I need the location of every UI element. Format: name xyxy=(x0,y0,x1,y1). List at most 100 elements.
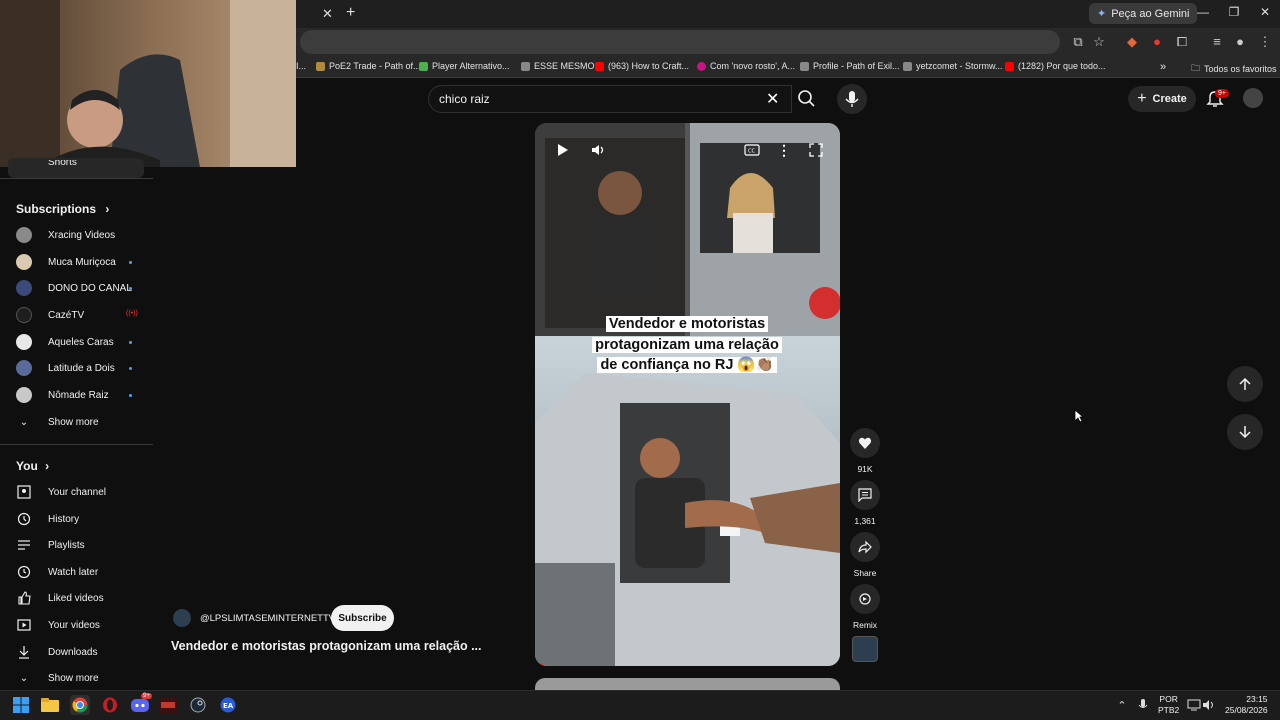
sidebar-item-subscription[interactable]: Xracing Videos xyxy=(16,222,146,248)
bookmark-star-icon[interactable]: ☆ xyxy=(1091,34,1107,50)
captions-button[interactable]: CC xyxy=(741,139,763,161)
like-button[interactable]: 91K xyxy=(850,428,880,474)
bookmark-label: Com 'novo rosto', A... xyxy=(710,61,795,71)
sidebar-item-label: CazéTV xyxy=(48,309,85,321)
bookmark-item[interactable]: I... xyxy=(296,61,306,71)
sidebar-item-subscription[interactable]: Latitude a Dois xyxy=(16,355,146,381)
bookmark-item[interactable]: yetzcomet - Stormw... xyxy=(903,61,1003,71)
sidebar-item-downloads[interactable]: Downloads xyxy=(16,639,146,665)
channel-avatar xyxy=(16,254,32,270)
chevron-down-icon: ⌄ xyxy=(19,416,29,428)
window-close-icon[interactable]: ✕ xyxy=(1255,5,1275,19)
microphone-tray-icon[interactable] xyxy=(1133,695,1153,715)
bookmark-item[interactable]: (1282) Por que todo... xyxy=(1005,61,1106,71)
video-title[interactable]: Vendedor e motoristas protagonizam uma r… xyxy=(171,639,482,653)
restore-icon[interactable]: ❐ xyxy=(1224,5,1244,19)
play-button[interactable] xyxy=(551,139,573,161)
language-indicator[interactable]: POR PTB2 xyxy=(1158,694,1179,716)
search-button[interactable] xyxy=(792,85,822,113)
sidebar-item-history[interactable]: History xyxy=(16,506,146,532)
live-icon: ((•)) xyxy=(126,310,138,317)
profile-icon[interactable]: ● xyxy=(1232,34,1248,50)
all-bookmarks-button[interactable]: 🗀 Todos os favoritos xyxy=(1191,61,1277,77)
extension-icon[interactable]: ◆ xyxy=(1124,34,1140,50)
media-control-icon[interactable]: ≡ xyxy=(1209,34,1225,50)
arrow-down-icon xyxy=(1239,426,1251,439)
downloads-icon xyxy=(16,644,32,660)
remix-circle xyxy=(850,584,880,614)
clear-search-icon[interactable]: ✕ xyxy=(766,89,779,109)
show-more-subscriptions[interactable]: ⌄ Show more xyxy=(16,409,146,435)
bookmark-item[interactable]: (963) How to Craft... xyxy=(595,61,689,71)
subscribe-button[interactable]: Subscribe xyxy=(331,605,394,631)
channel-avatar xyxy=(16,227,32,243)
fullscreen-button[interactable] xyxy=(805,139,827,161)
overflow-chevron-icon: » xyxy=(1160,61,1167,73)
chevron-up-icon[interactable]: ⌃ xyxy=(1112,695,1132,715)
bookmark-item[interactable]: ESSE MESMO xyxy=(521,61,595,71)
fullscreen-icon xyxy=(809,143,823,157)
language-code: POR xyxy=(1159,694,1178,704)
voice-search-button[interactable] xyxy=(837,84,867,114)
sidebar-item-your-videos[interactable]: Your videos xyxy=(16,612,146,638)
bookmark-item[interactable]: Com 'novo rosto', A... xyxy=(697,61,795,71)
sidebar-item-label: History xyxy=(48,513,80,525)
poe-app-icon[interactable] xyxy=(158,695,178,715)
avatar[interactable] xyxy=(1243,88,1263,108)
file-explorer-icon[interactable] xyxy=(40,695,60,715)
extension-badge-icon[interactable]: ● xyxy=(1149,34,1165,50)
gemini-button[interactable]: ✦ Peça ao Gemini xyxy=(1089,3,1198,24)
speaker-icon[interactable] xyxy=(1199,695,1219,715)
channel-avatar[interactable] xyxy=(173,609,191,627)
sidebar-item-playlists[interactable]: Playlists xyxy=(16,532,146,558)
show-more-you[interactable]: ⌄ Show more xyxy=(16,665,146,691)
system-clock[interactable]: 23:15 25/08/2026 xyxy=(1225,694,1268,716)
ea-app-icon[interactable]: EA xyxy=(218,695,238,715)
steam-icon[interactable] xyxy=(188,695,208,715)
sidebar-item-subscription[interactable]: Aqueles Caras xyxy=(16,329,146,355)
opera-icon[interactable] xyxy=(100,695,120,715)
install-app-icon[interactable]: ⧉ xyxy=(1070,34,1086,50)
create-button[interactable]: + Create xyxy=(1128,86,1196,112)
remix-button[interactable]: Remix xyxy=(850,584,880,630)
sound-source-thumbnail[interactable] xyxy=(852,636,878,662)
playlists-icon xyxy=(16,537,32,553)
svg-text:CC: CC xyxy=(748,149,755,155)
sidebar-item-subscription[interactable]: DONO DO CANAL xyxy=(16,275,146,301)
next-short-preview[interactable] xyxy=(535,678,840,690)
short-video-player[interactable] xyxy=(535,123,840,666)
chrome-taskbar-icon[interactable] xyxy=(70,695,90,715)
previous-short-button[interactable] xyxy=(1227,366,1263,402)
address-bar[interactable] xyxy=(300,30,1060,54)
chrome-menu-icon[interactable]: ⋮ xyxy=(1257,34,1273,50)
bookmark-item[interactable]: Profile - Path of Exil... xyxy=(800,61,900,71)
bookmarks-overflow-button[interactable]: » xyxy=(1160,61,1166,73)
sidebar-item-your-channel[interactable]: Your channel xyxy=(16,479,146,505)
channel-name[interactable]: @LPSLIMTASEMINTERNETTV xyxy=(200,613,335,624)
share-button[interactable]: Share xyxy=(850,532,880,578)
new-tab-icon[interactable]: + xyxy=(346,4,355,22)
sidebar-item-subscription[interactable]: Muca Muriçoca xyxy=(16,249,146,275)
subscriptions-heading[interactable]: Subscriptions › xyxy=(16,202,109,216)
bookmark-favicon-icon xyxy=(595,61,604,71)
volume-button[interactable] xyxy=(587,139,609,161)
volume-icon xyxy=(592,145,604,155)
play-icon xyxy=(558,144,568,156)
extensions-puzzle-icon[interactable]: ⧠ xyxy=(1174,34,1190,50)
minimize-icon[interactable]: — xyxy=(1193,5,1213,19)
video-more-options-button[interactable]: ⋮ xyxy=(773,139,795,161)
sidebar-item-subscription[interactable]: Nômade Raiz xyxy=(16,382,146,408)
sidebar-item-watch-later[interactable]: Watch later xyxy=(16,559,146,585)
plus-icon: + xyxy=(1137,90,1147,107)
you-heading[interactable]: You › xyxy=(16,459,49,473)
channel-icon xyxy=(16,484,32,500)
bookmark-item[interactable]: PoE2 Trade - Path of... xyxy=(316,61,421,71)
next-short-button[interactable] xyxy=(1227,414,1263,450)
sidebar-item-liked-videos[interactable]: Liked videos xyxy=(16,585,146,611)
new-content-dot xyxy=(129,287,132,290)
bookmark-item[interactable]: Player Alternativo... xyxy=(419,61,510,71)
sidebar-item-label: Watch later xyxy=(48,566,99,578)
comments-button[interactable]: 1,361 xyxy=(850,480,880,526)
windows-start-icon[interactable] xyxy=(11,695,31,715)
tab-close-icon[interactable]: ✕ xyxy=(322,6,336,21)
